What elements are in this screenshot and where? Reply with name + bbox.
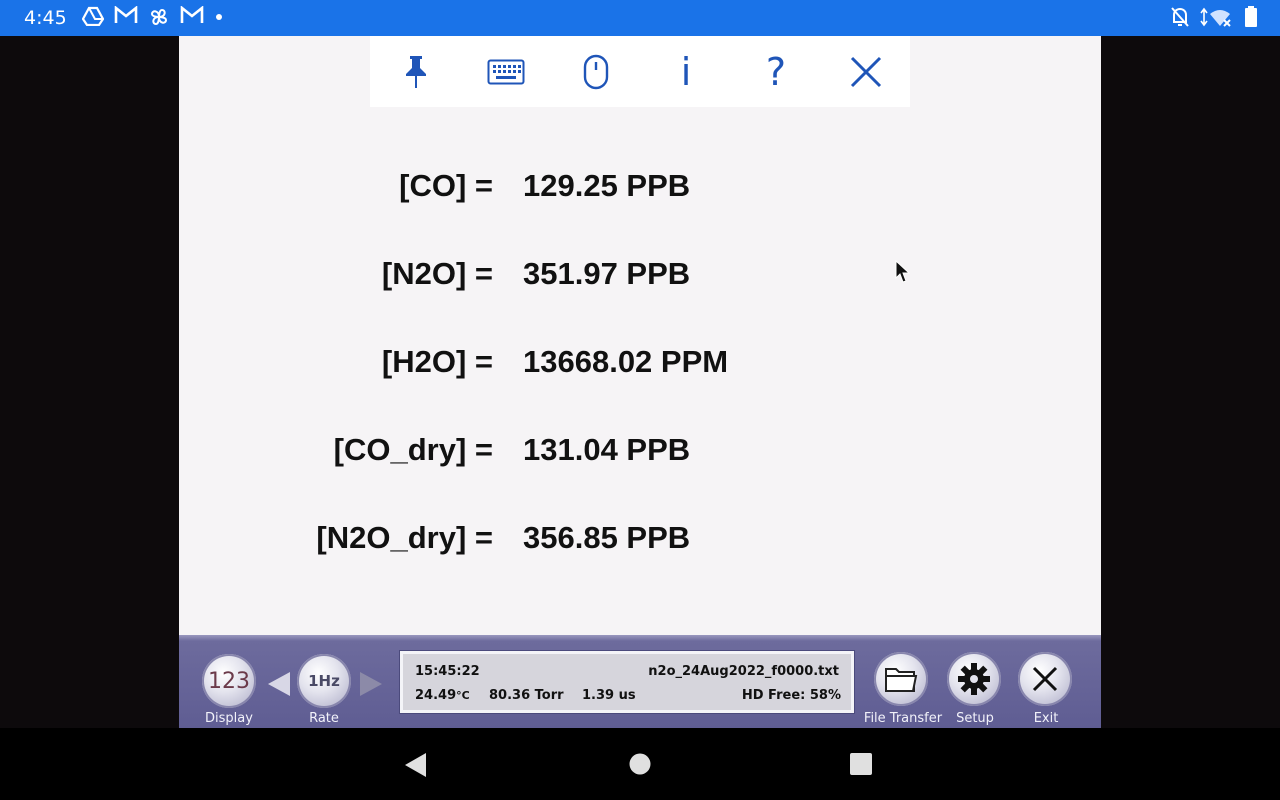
info-icon[interactable]: i xyxy=(664,50,708,94)
drive-icon xyxy=(81,6,105,28)
close-icon xyxy=(1032,666,1058,692)
info-time: 15:45:22 xyxy=(415,664,480,679)
display-icon: 123 xyxy=(208,668,250,694)
file-transfer-button[interactable] xyxy=(874,652,928,706)
pinwheel-icon xyxy=(148,6,170,28)
reading-value: 131.04 PPB xyxy=(523,432,691,467)
gmail-icon xyxy=(180,5,204,28)
app-window: i ? [CO] = 129.25 PPB [N2O] = 351.97 PPB… xyxy=(179,36,1101,728)
home-icon[interactable] xyxy=(629,753,651,780)
back-icon[interactable] xyxy=(404,752,428,783)
pin-icon[interactable] xyxy=(394,50,438,94)
status-time: 4:45 xyxy=(24,7,67,29)
wifi-off-icon xyxy=(1200,6,1234,33)
setup-button[interactable] xyxy=(947,652,1001,706)
rate-increase-arrow-icon[interactable] xyxy=(360,672,382,696)
status-info-box: 15:45:22 n2o_24Aug2022_f0000.txt 24.49°C… xyxy=(400,651,854,713)
gmail-icon xyxy=(114,5,138,28)
keyboard-icon[interactable] xyxy=(484,50,528,94)
status-bar: 4:45 xyxy=(0,0,1280,36)
folder-icon xyxy=(885,668,918,692)
info-temperature: 24.49°C xyxy=(415,688,470,703)
bell-off-icon xyxy=(1170,6,1190,33)
display-button[interactable]: 123 xyxy=(202,654,256,708)
recents-icon[interactable] xyxy=(850,753,872,780)
reading-label: [N2O] = xyxy=(381,256,493,291)
gear-icon xyxy=(958,663,990,695)
reading-value: 13668.02 PPM xyxy=(523,344,729,379)
remote-toolbar: i ? xyxy=(370,36,910,107)
display-label: Display xyxy=(205,711,253,726)
info-interval: 1.39 us xyxy=(582,688,636,703)
control-panel: 123 Display 1Hz Rate 15:45:22 n2o_24Aug2… xyxy=(179,635,1101,728)
reading-label: [CO_dry] = xyxy=(333,432,493,467)
info-pressure: 80.36 Torr xyxy=(489,688,564,703)
left-letterbox xyxy=(0,36,179,728)
battery-icon xyxy=(1244,6,1258,33)
navigation-bar xyxy=(0,728,1280,800)
info-filename: n2o_24Aug2022_f0000.txt xyxy=(648,664,839,679)
reading-value: 356.85 PPB xyxy=(523,520,691,555)
reading-label: [H2O] = xyxy=(381,344,493,379)
rate-button[interactable]: 1Hz xyxy=(297,654,351,708)
rate-icon: 1Hz xyxy=(308,672,340,690)
mouse-cursor-icon xyxy=(895,259,911,289)
file-transfer-label: File Transfer xyxy=(863,711,943,726)
rate-label: Rate xyxy=(309,711,339,726)
reading-label: [N2O_dry] = xyxy=(316,520,493,555)
setup-label: Setup xyxy=(956,711,994,726)
exit-button[interactable] xyxy=(1018,652,1072,706)
close-icon[interactable] xyxy=(844,50,888,94)
right-letterbox xyxy=(1101,36,1280,728)
exit-label: Exit xyxy=(1033,711,1059,726)
dot-icon xyxy=(214,6,224,28)
mouse-icon[interactable] xyxy=(574,50,618,94)
reading-label: [CO] = xyxy=(399,168,493,203)
reading-value: 129.25 PPB xyxy=(523,168,691,203)
rate-decrease-arrow-icon[interactable] xyxy=(268,672,290,696)
info-disk-free: HD Free: 58% xyxy=(741,688,841,703)
reading-value: 351.97 PPB xyxy=(523,256,691,291)
help-icon[interactable]: ? xyxy=(754,50,798,94)
